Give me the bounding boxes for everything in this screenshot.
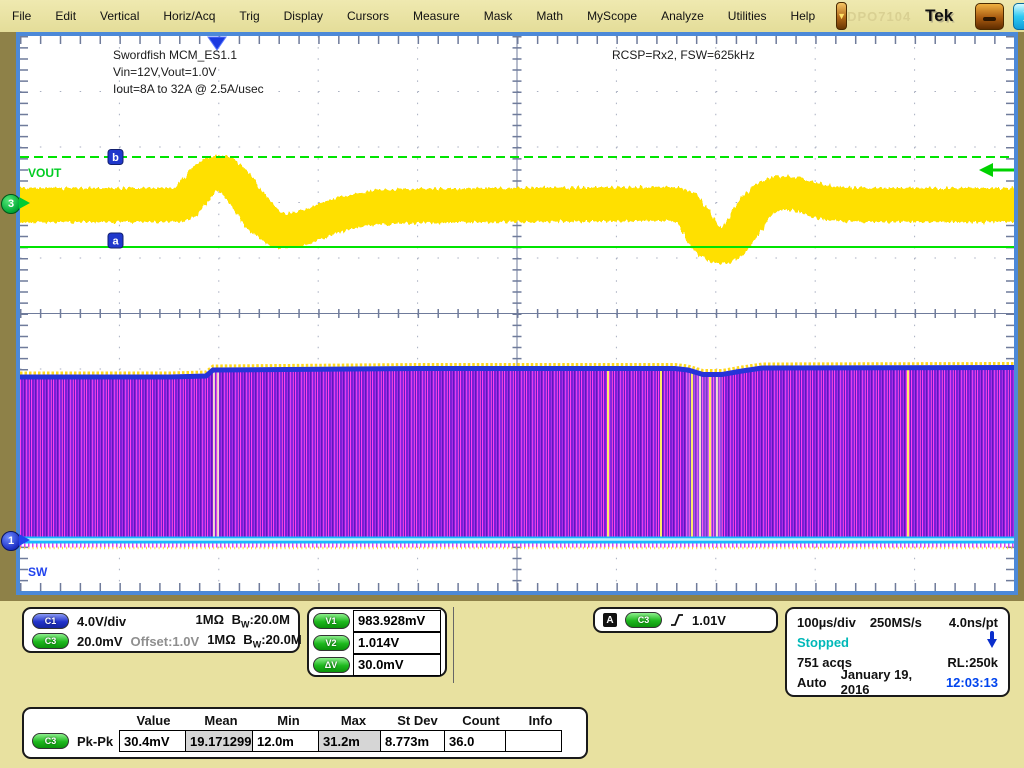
channel-1-pill[interactable]: C1 (32, 613, 69, 629)
menu-help[interactable]: Help (778, 5, 827, 27)
header-value: Value (120, 713, 187, 728)
channel-settings-panel: C1 4.0V/div 1MΩ BW:20.0M C3 20.0mV Offse… (22, 607, 300, 653)
waveform-plot: b a (20, 36, 1014, 591)
ch1-bandwidth: BW:20.0M (232, 612, 290, 630)
time-label: 12:03:13 (946, 675, 998, 690)
channel-3-label: 3 (8, 198, 14, 210)
ch3-offset: Offset:1.0V (131, 634, 200, 649)
measurement-count: 36.0 (444, 730, 506, 752)
oscilloscope-screen: File Edit Vertical Horiz/Acq Trig Displa… (0, 0, 1024, 768)
ch3-bandwidth: BW:20.0M (243, 632, 301, 650)
cursor-a-badge[interactable]: a (108, 233, 123, 248)
measurement-name[interactable]: Pk-Pk (77, 734, 113, 749)
measurement-max: 31.2m (318, 730, 381, 752)
annotation-line1: Swordfish MCM_ES1.1 (113, 48, 237, 62)
annotation-right: RCSP=Rx2, FSW=625kHz (612, 48, 755, 62)
channel-3-pill[interactable]: C3 (32, 633, 69, 649)
channel-3-position-marker[interactable]: 3 (1, 194, 21, 214)
acquisition-status: Stopped (797, 635, 849, 650)
menu-edit[interactable]: Edit (43, 5, 88, 27)
date-label: January 19, 2016 (841, 667, 932, 697)
channel-1-label: 1 (8, 535, 14, 547)
vout-waveform-label: VOUT (28, 166, 61, 180)
trigger-panel: A C3 1.01V (593, 607, 778, 633)
ch3-impedance: 1MΩ (207, 632, 235, 647)
measurement-min: 12.0m (252, 730, 319, 752)
measurement-stdev: 8.773m (380, 730, 445, 752)
annotation-line3: Iout=8A to 32A @ 2.5A/usec (113, 82, 264, 96)
annotation-line2: Vin=12V,Vout=1.0V (113, 65, 216, 79)
titlebar-right: DPO7104 Tek X (847, 3, 1024, 30)
close-button[interactable]: X (1013, 3, 1024, 30)
menu-measure[interactable]: Measure (401, 5, 472, 27)
svg-text:a: a (112, 236, 119, 248)
header-mean: Mean (187, 713, 255, 728)
trigger-group-badge[interactable]: A (603, 613, 617, 627)
menu-math[interactable]: Math (524, 5, 575, 27)
menu-utilities[interactable]: Utilities (716, 5, 779, 27)
menu-analyze[interactable]: Analyze (649, 5, 716, 27)
graticule-frame: b a Swordfish MCM_ES1.1 Vin=12V,Vout=1.0… (16, 32, 1018, 595)
cursor-v1-pill: V1 (313, 613, 350, 629)
cursor-v2-value: 1.014V (353, 632, 441, 654)
measurement-info (505, 730, 562, 752)
header-info: Info (512, 713, 569, 728)
menu-myscope[interactable]: MyScope (575, 5, 649, 27)
channel-3-arrow-icon (19, 197, 30, 209)
header-stdev: St Dev (385, 713, 450, 728)
menu-cursors[interactable]: Cursors (335, 5, 401, 27)
sample-rate: 250MS/s (870, 615, 922, 630)
panel-divider (453, 607, 454, 683)
menu-dropdown-button[interactable]: ▼ (836, 2, 847, 30)
measurement-value: 30.4mV (119, 730, 186, 752)
cursor-dv-value: 30.0mV (353, 654, 441, 676)
menu-vertical[interactable]: Vertical (88, 5, 151, 27)
measurement-source-pill[interactable]: C3 (32, 733, 69, 749)
sw-waveform (20, 364, 1014, 549)
measurement-mean: 19.171299m (185, 730, 253, 752)
menu-horiz-acq[interactable]: Horiz/Acq (151, 5, 227, 27)
record-length: RL:250k (947, 655, 998, 670)
header-max: Max (322, 713, 385, 728)
sample-resolution: 4.0ns/pt (949, 615, 998, 630)
ch1-scale[interactable]: 4.0V/div (77, 614, 126, 629)
rising-edge-icon (670, 612, 684, 628)
channel-1-position-marker[interactable]: 1 (1, 531, 21, 551)
cursor-v2-pill: V2 (313, 635, 350, 651)
timebase-scale[interactable]: 100µs/div (797, 615, 856, 630)
ch1-impedance: 1MΩ (196, 612, 224, 627)
menu-mask[interactable]: Mask (472, 5, 525, 27)
measurement-panel: Value Mean Min Max St Dev Count Info C3 … (22, 707, 588, 759)
minimize-button[interactable] (975, 3, 1004, 30)
measurement-header-spacer (24, 713, 120, 728)
record-position-icon (986, 630, 998, 654)
cursor-b-badge[interactable]: b (108, 150, 123, 165)
timebase-panel: 100µs/div 250MS/s 4.0ns/pt Stopped 751 a… (785, 607, 1010, 697)
menu-display[interactable]: Display (272, 5, 335, 27)
header-min: Min (255, 713, 322, 728)
trigger-level-arrow[interactable] (979, 163, 1014, 177)
channel-1-arrow-icon (19, 534, 30, 546)
ch3-scale[interactable]: 20.0mV (77, 634, 123, 649)
tek-logo: Tek (925, 6, 953, 26)
readout-area: C1 4.0V/div 1MΩ BW:20.0M C3 20.0mV Offse… (0, 601, 1024, 768)
trigger-source-pill[interactable]: C3 (625, 612, 662, 628)
menu-bar: File Edit Vertical Horiz/Acq Trig Displa… (0, 0, 1024, 32)
model-label: DPO7104 (847, 9, 911, 24)
trigger-mode[interactable]: Auto (797, 675, 827, 690)
measurement-header-row: Value Mean Min Max St Dev Count Info (24, 713, 586, 728)
measurement-row: C3 Pk-Pk 30.4mV 19.171299m 12.0m 31.2m 8… (24, 730, 586, 752)
trigger-level-value[interactable]: 1.01V (692, 613, 726, 628)
menu-file[interactable]: File (0, 5, 43, 27)
sw-waveform-label: SW (28, 565, 47, 579)
cursor-readout-panel: V1 983.928mV V2 1.014V ΔV 30.0mV (307, 607, 447, 677)
menu-trig[interactable]: Trig (227, 5, 271, 27)
header-count: Count (450, 713, 512, 728)
cursor-dv-pill: ΔV (313, 657, 350, 673)
minimize-icon (983, 17, 996, 21)
svg-text:b: b (112, 152, 119, 164)
cursor-v1-value: 983.928mV (353, 610, 441, 632)
display-area: b a Swordfish MCM_ES1.1 Vin=12V,Vout=1.0… (0, 32, 1024, 601)
chevron-down-icon: ▼ (837, 11, 846, 21)
